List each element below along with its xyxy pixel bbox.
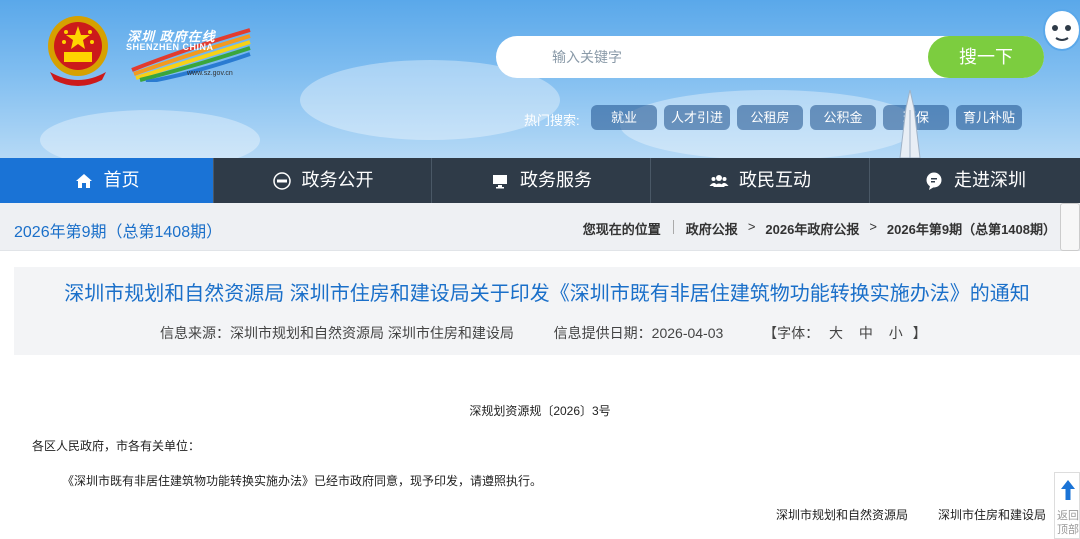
- nav-item-discover-shenzhen[interactable]: 走进深圳: [870, 158, 1080, 203]
- nav-item-label: 政民互动: [739, 170, 811, 190]
- breadcrumb-link[interactable]: 政府公报: [686, 219, 738, 238]
- breadcrumb-location-label: 您现在的位置: [582, 222, 661, 237]
- date-label: 信息提供日期：: [553, 325, 652, 341]
- chat-icon: [926, 172, 942, 190]
- source-value: 深圳市规划和自然资源局 深圳市住房和建设局: [230, 325, 514, 341]
- logo-url-text: www.sz.gov.cn: [187, 70, 233, 77]
- breadcrumb-divider: [672, 220, 674, 234]
- national-emblem-icon: [48, 16, 108, 86]
- mascot-icon[interactable]: [1040, 4, 1080, 56]
- arrow-up-icon: [1061, 480, 1075, 500]
- body-paragraph: 《深圳市既有非居住建筑物功能转换实施办法》已经市政府同意，现予印发，请遵照执行。: [62, 474, 543, 488]
- breadcrumb-bar: 2026年第9期（总第1408期） 您现在的位置 政府公报 > 2026年政府公…: [0, 203, 1080, 251]
- font-size-medium-button[interactable]: 中: [859, 325, 873, 341]
- breadcrumb-link[interactable]: 2026年第9期（总第1408期）: [887, 219, 1056, 238]
- font-size-close-bracket: 】: [912, 325, 927, 341]
- site-header: 深圳 政府在线 SHENZHEN CHINA www.sz.gov.cn 搜一下…: [0, 0, 1080, 158]
- nav-item-public-interaction[interactable]: 政民互动: [651, 158, 869, 203]
- cloud-decoration: [40, 110, 260, 158]
- font-size-label: 【字体：: [763, 325, 820, 341]
- nav-item-label: 政务公开: [301, 170, 374, 190]
- side-widget-tab[interactable]: [1060, 203, 1080, 251]
- salutation: 各区人民政府，市各有关单位：: [32, 439, 201, 453]
- news-icon: [272, 171, 291, 190]
- article-title: 深圳市规划和自然资源局 深圳市住房和建设局关于印发《深圳市既有非居住建筑物功能转…: [64, 283, 1030, 305]
- page: 深圳 政府在线 SHENZHEN CHINA www.sz.gov.cn 搜一下…: [0, 0, 1080, 539]
- breadcrumb-separator: >: [869, 219, 877, 234]
- search-button[interactable]: 搜一下: [928, 36, 1044, 78]
- nav-item-government-services[interactable]: 政务服务: [432, 158, 650, 203]
- hot-search-label: 热门搜索:: [524, 113, 580, 128]
- source-label: 信息来源：: [160, 325, 230, 341]
- signatory: 深圳市住房和建设局: [938, 508, 1047, 522]
- date-value: 2026-04-03: [651, 325, 724, 341]
- breadcrumb: 您现在的位置 政府公报 > 2026年政府公报 > 2026年第9期（总第140…: [583, 219, 1056, 238]
- nav-item-label: 首页: [103, 170, 140, 190]
- main-nav: 首页 政务公开 政务服务 政民互动 走进深圳: [0, 158, 1080, 203]
- hot-search-tag[interactable]: 育儿补贴: [956, 105, 1022, 130]
- font-size-large-button[interactable]: 大: [829, 325, 843, 341]
- back-to-top-button[interactable]: 返回顶部: [1054, 472, 1080, 539]
- hot-search-tag[interactable]: 人才引进: [664, 105, 730, 130]
- signatory: 深圳市规划和自然资源局: [776, 508, 909, 522]
- back-to-top-label: 返回顶部: [1057, 510, 1079, 536]
- logo-english-text: SHENZHEN CHINA: [126, 42, 214, 52]
- breadcrumb-link[interactable]: 2026年政府公报: [765, 219, 859, 238]
- hot-search-tag[interactable]: 公积金: [810, 105, 876, 130]
- document-number: 深规划资源规〔2026〕3号: [469, 404, 611, 418]
- tower-illustration-icon: [899, 90, 921, 158]
- monitor-icon: [493, 174, 507, 188]
- home-icon: [75, 173, 92, 188]
- breadcrumb-separator: >: [747, 219, 756, 234]
- nav-item-government-affairs[interactable]: 政务公开: [214, 158, 431, 203]
- nav-item-label: 政务服务: [520, 170, 592, 190]
- hot-search-tag[interactable]: 就业: [591, 105, 657, 130]
- nav-item-label: 走进深圳: [954, 170, 1026, 190]
- search-input[interactable]: [552, 44, 912, 70]
- article-header: 深圳市规划和自然资源局 深圳市住房和建设局关于印发《深圳市既有非居住建筑物功能转…: [14, 267, 1080, 355]
- font-size-small-button[interactable]: 小: [889, 325, 903, 341]
- issue-title: 2026年第9期（总第1408期）: [14, 224, 223, 241]
- hot-search-tag[interactable]: 公租房: [737, 105, 803, 130]
- article-meta: 信息来源：深圳市规划和自然资源局 深圳市住房和建设局 信息提供日期：2026-0…: [160, 323, 927, 343]
- users-icon: [709, 174, 729, 187]
- nav-item-home[interactable]: 首页: [0, 158, 213, 203]
